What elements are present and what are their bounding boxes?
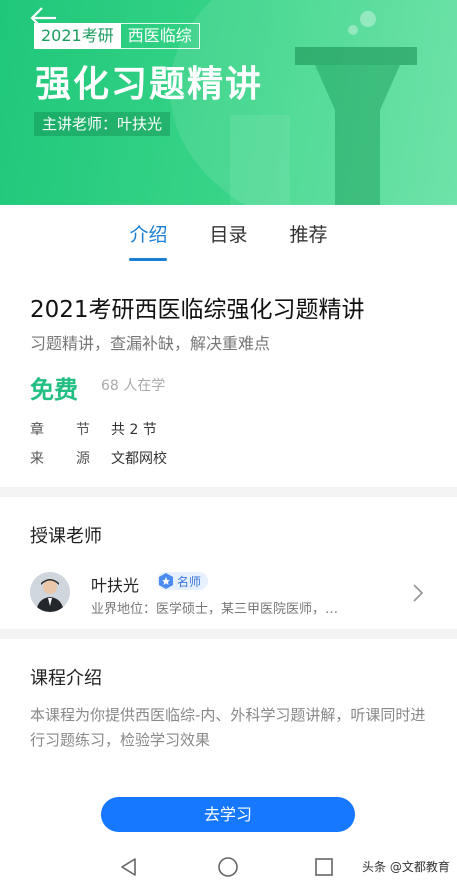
flask-illustration [230,11,417,205]
teacher-description: 业界地位：医学硕士，某三甲医院医师，… [91,602,339,617]
meta-key: 章 节 [30,419,90,439]
course-price: 免费 [30,376,78,404]
tab-recommend[interactable]: 推荐 [290,205,328,265]
teacher-section-heading: 授课老师 [30,526,102,547]
intro-body: 本课程为你提供西医临综-内、外科学习题讲解，听课同时进行习题练习，检验学习效果 [30,706,426,749]
avatar[interactable] [30,572,70,612]
course-tags: 2021考研 西医临综 [34,23,200,49]
meta-chapters: 章 节 共 2 节 [30,419,157,439]
tab-catalog[interactable]: 目录 [209,205,247,265]
meta-key-char: 节 [76,422,90,438]
badge-label: 名师 [177,574,202,589]
start-learning-button[interactable]: 去学习 [101,797,355,832]
teacher-portrait [30,572,70,612]
circle-home-icon[interactable] [217,856,239,878]
meta-key-char: 来 [30,451,44,467]
course-title: 2021考研西医临综强化习题精讲 [30,297,365,323]
learner-count: 68 人在学 [101,378,166,394]
meta-key-char: 源 [76,451,90,467]
intro-section-heading: 课程介绍 [30,668,102,689]
tab-bar: 介绍 目录 推荐 [0,205,457,265]
tab-label: 目录 [209,224,248,246]
meta-value: 文都网校 [111,451,167,467]
section-divider [0,487,457,497]
square-recent-icon[interactable] [313,856,335,878]
tab-label: 介绍 [129,224,168,246]
meta-key-char: 章 [30,422,44,438]
meta-value: 共 2 节 [111,422,157,438]
banner-title: 强化习题精讲 [35,64,264,105]
meta-key: 来 源 [30,448,90,468]
section-divider [0,629,457,639]
triangle-back-icon[interactable] [118,856,140,878]
teacher-badge: 名师 [157,572,209,590]
tag-subject: 西医临综 [120,23,200,49]
chevron-right-icon[interactable] [411,582,425,604]
watermark: 头条 @文都教育 [362,860,450,874]
tab-active-indicator [129,258,168,261]
tab-label: 推荐 [289,224,328,246]
course-subtitle: 习题精讲，查漏补缺，解决重难点 [30,334,271,353]
teacher-name: 叶扶光 [91,576,140,595]
banner-teacher: 主讲老师：叶扶光 [34,112,171,136]
tab-intro[interactable]: 介绍 [129,205,168,265]
tag-year: 2021考研 [34,23,121,49]
course-banner: 2021考研 西医临综 强化习题精讲 主讲老师：叶扶光 [0,0,457,205]
meta-source: 来 源 文都网校 [30,448,167,468]
star-badge-icon [159,573,173,589]
